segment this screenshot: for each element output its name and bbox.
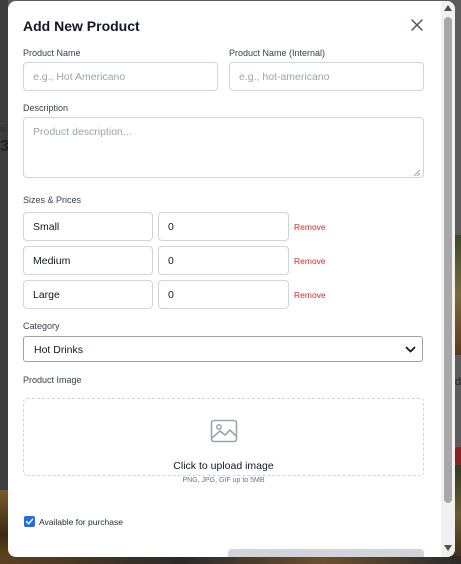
add-product-modal: Add New Product Product Name Product Nam… — [8, 1, 455, 557]
size-price-input[interactable] — [158, 280, 289, 309]
category-select[interactable]: Hot Drinks — [23, 336, 423, 362]
size-name-input[interactable] — [23, 280, 153, 309]
scroll-up-arrow-icon[interactable] — [444, 5, 452, 11]
scroll-down-arrow-icon[interactable] — [444, 545, 452, 551]
remove-size-button[interactable]: Remove — [294, 222, 326, 232]
product-name-label: Product Name — [23, 48, 81, 58]
remove-size-button[interactable]: Remove — [294, 256, 326, 266]
close-icon — [411, 18, 423, 31]
size-price-input[interactable] — [158, 246, 289, 275]
product-name-input[interactable] — [23, 62, 218, 91]
footer-button-partial[interactable] — [228, 549, 424, 557]
modal-scrollbar[interactable] — [441, 1, 455, 557]
image-upload-dropzone[interactable]: Click to upload image PNG, JPG, GIF up t… — [23, 398, 424, 484]
background-stat-label-fragment: ai — [0, 124, 8, 134]
size-name-input[interactable] — [23, 246, 153, 275]
upload-hint: PNG, JPG, GIF up to 5MB — [182, 477, 265, 484]
sizes-prices-label: Sizes & Prices — [23, 195, 82, 205]
chevron-down-icon — [405, 346, 416, 353]
background-left-strip — [0, 0, 8, 564]
available-checkbox[interactable] — [24, 516, 35, 527]
category-label: Category — [23, 321, 60, 331]
modal-content: Add New Product Product Name Product Nam… — [8, 1, 441, 557]
size-name-input[interactable] — [23, 212, 153, 241]
category-selected-value: Hot Drinks — [34, 344, 84, 356]
product-name-internal-input[interactable] — [229, 62, 424, 91]
product-name-internal-label: Product Name (Internal) — [229, 48, 326, 58]
description-label: Description — [23, 103, 69, 113]
image-icon — [210, 419, 238, 443]
upload-title: Click to upload image — [173, 460, 274, 472]
checkmark-icon — [25, 518, 34, 525]
scrollbar-thumb[interactable] — [444, 17, 452, 503]
background-text-fragment: d — [454, 376, 461, 388]
remove-size-button[interactable]: Remove — [294, 290, 326, 300]
background-badge — [455, 447, 461, 465]
modal-title: Add New Product — [23, 18, 140, 34]
size-price-input[interactable] — [158, 212, 289, 241]
background-food-strip — [0, 556, 461, 564]
product-image-label: Product Image — [23, 375, 82, 385]
close-button[interactable] — [407, 16, 427, 36]
available-checkbox-label[interactable]: Available for purchase — [39, 517, 123, 527]
description-textarea[interactable] — [23, 117, 424, 178]
